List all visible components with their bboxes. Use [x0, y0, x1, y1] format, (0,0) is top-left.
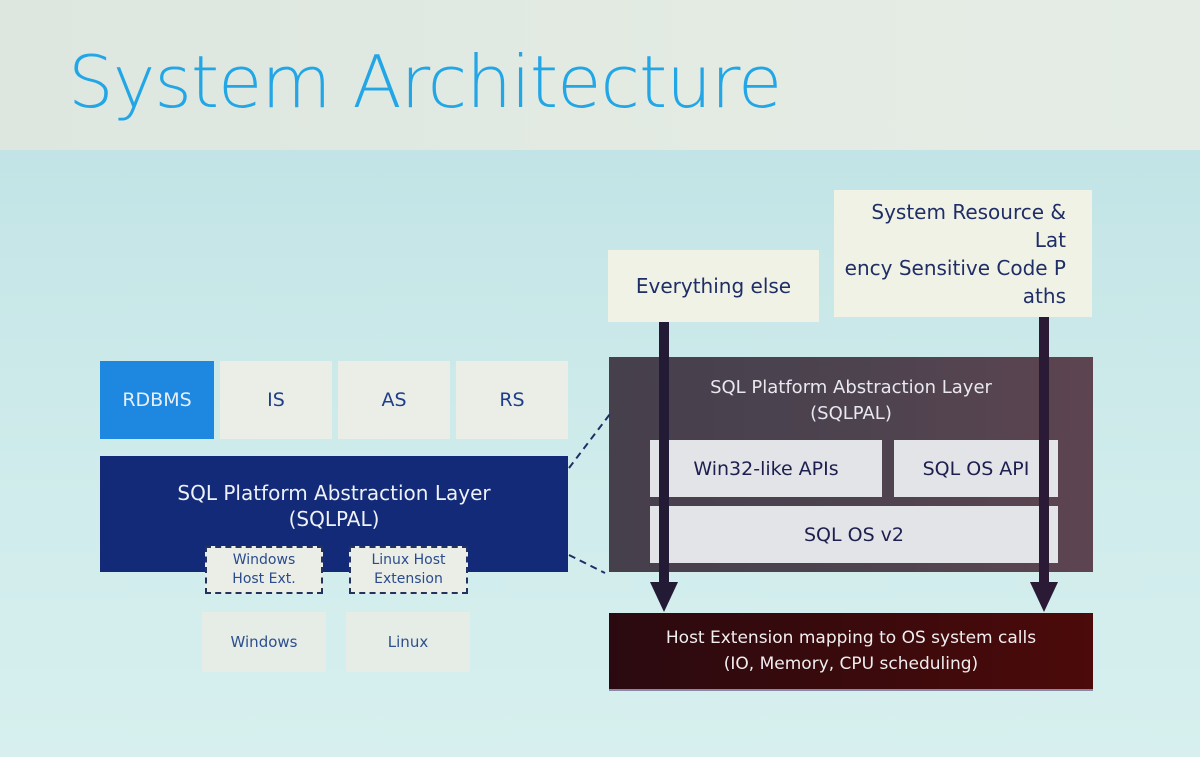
sqlpal-left-title: SQL Platform Abstraction Layer	[177, 481, 491, 505]
slide-title: System Architecture	[68, 40, 782, 124]
sqlpal-right-subtitle: (SQLPAL)	[810, 403, 892, 424]
os-windows: Windows	[202, 612, 326, 672]
windows-host-extension: Windows Host Ext.	[205, 546, 323, 594]
sqlpal-left-subtitle: (SQLPAL)	[288, 507, 380, 531]
service-rs: RS	[456, 361, 568, 439]
host-mapping-line2: (IO, Memory, CPU scheduling)	[723, 654, 979, 674]
sql-os-v2-box: SQL OS v2	[650, 506, 1058, 563]
note-sensitive-line3: aths	[1022, 283, 1066, 308]
linux-host-extension: Linux Host Extension	[349, 546, 468, 594]
os-linux-label: Linux	[387, 633, 429, 651]
service-rdbms: RDBMS	[100, 361, 214, 439]
os-linux: Linux	[346, 612, 470, 672]
service-as-label: AS	[381, 389, 407, 411]
service-rs-label: RS	[499, 389, 525, 411]
service-is: IS	[220, 361, 332, 439]
windows-host-ext-line2: Host Ext.	[232, 571, 296, 587]
note-everything-else: Everything else	[608, 250, 819, 322]
sqlpal-right-title: SQL Platform Abstraction Layer	[710, 377, 992, 398]
note-sensitive-line2: ency Sensitive Code P	[844, 255, 1066, 280]
service-is-label: IS	[267, 389, 285, 411]
win32-like-apis-box: Win32-like APIs	[650, 440, 882, 497]
linux-host-ext-line1: Linux Host	[371, 552, 446, 568]
windows-host-ext-line1: Windows	[232, 552, 296, 568]
sql-os-api-label: SQL OS API	[922, 457, 1030, 480]
note-latency-sensitive: System Resource & Lat ency Sensitive Cod…	[834, 190, 1092, 317]
sqlpal-block-left: SQL Platform Abstraction Layer (SQLPAL)	[100, 456, 568, 572]
linux-host-ext-line2: Extension	[374, 571, 443, 587]
win32-like-apis-label: Win32-like APIs	[693, 457, 839, 480]
note-everything-else-label: Everything else	[635, 274, 792, 298]
sqlpal-right-title-wrap: SQL Platform Abstraction Layer (SQLPAL)	[609, 375, 1093, 427]
sql-os-api-box: SQL OS API	[894, 440, 1058, 497]
service-as: AS	[338, 361, 450, 439]
host-mapping-line1: Host Extension mapping to OS system call…	[665, 628, 1037, 648]
note-sensitive-line1: System Resource & Lat	[871, 199, 1066, 252]
service-rdbms-label: RDBMS	[122, 389, 192, 411]
host-extension-mapping-block: Host Extension mapping to OS system call…	[609, 613, 1093, 691]
sql-os-v2-label: SQL OS v2	[803, 523, 905, 546]
os-windows-label: Windows	[230, 633, 298, 651]
